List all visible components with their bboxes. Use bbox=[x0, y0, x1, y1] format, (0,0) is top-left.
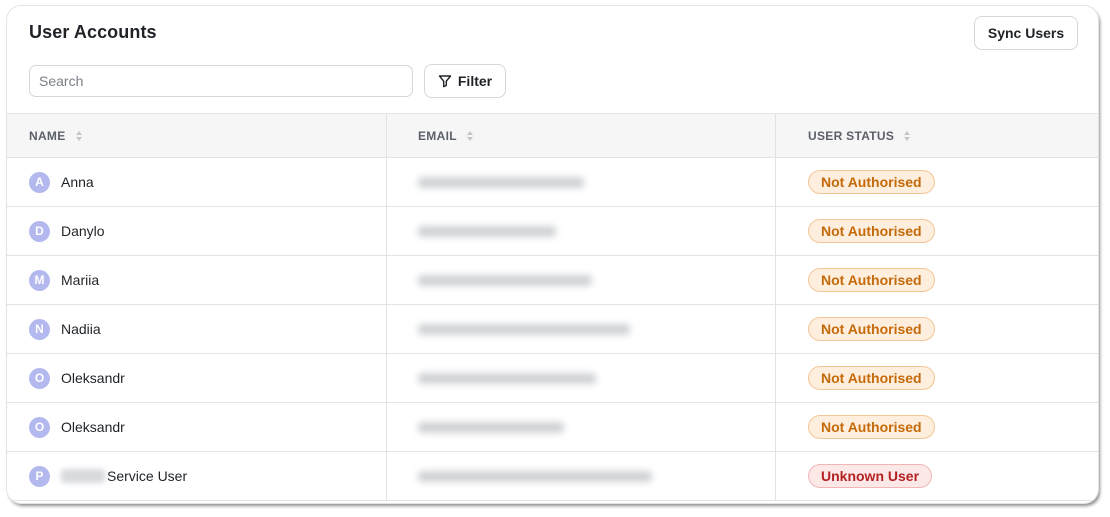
redacted-email bbox=[418, 225, 556, 237]
table-header: NAME EMAIL USER STATUS bbox=[7, 113, 1098, 158]
email-cell bbox=[387, 354, 776, 402]
table-row[interactable]: O Oleksandr Not Authorised bbox=[7, 354, 1098, 403]
status-badge: Not Authorised bbox=[808, 415, 935, 439]
user-name: Nadiia bbox=[61, 321, 101, 337]
avatar: P bbox=[29, 465, 50, 487]
sort-icon[interactable] bbox=[75, 130, 83, 142]
table-row[interactable]: P Service User Unknown User bbox=[7, 452, 1098, 501]
email-cell bbox=[387, 452, 776, 500]
status-cell: Not Authorised bbox=[776, 305, 1098, 353]
email-cell bbox=[387, 256, 776, 304]
sort-icon[interactable] bbox=[466, 130, 474, 142]
status-badge: Not Authorised bbox=[808, 219, 935, 243]
redacted-email bbox=[418, 176, 584, 188]
column-header-name[interactable]: NAME bbox=[7, 114, 387, 157]
status-badge: Unknown User bbox=[808, 464, 933, 488]
redacted-email bbox=[418, 421, 564, 433]
funnel-icon bbox=[438, 75, 452, 88]
email-cell bbox=[387, 305, 776, 353]
name-cell: O Oleksandr bbox=[7, 354, 387, 402]
page-title: User Accounts bbox=[29, 22, 157, 42]
status-cell: Not Authorised bbox=[776, 354, 1098, 402]
table-row[interactable]: A Anna Not Authorised bbox=[7, 158, 1098, 207]
name-cell: M Mariia bbox=[7, 256, 387, 304]
user-name: Anna bbox=[61, 174, 94, 190]
status-cell: Not Authorised bbox=[776, 207, 1098, 255]
name-cell: A Anna bbox=[7, 158, 387, 206]
email-cell bbox=[387, 207, 776, 255]
redacted-email bbox=[418, 372, 596, 384]
avatar: M bbox=[29, 269, 50, 291]
avatar: N bbox=[29, 318, 50, 340]
filter-button[interactable]: Filter bbox=[424, 64, 506, 98]
status-cell: Not Authorised bbox=[776, 158, 1098, 206]
filter-label: Filter bbox=[457, 73, 493, 89]
user-name: Mariia bbox=[61, 272, 100, 288]
user-name: Danylo bbox=[61, 223, 105, 239]
user-accounts-card: User Accounts Sync Users Filter NAME EMA… bbox=[7, 6, 1098, 503]
user-name: Oleksandr bbox=[61, 370, 125, 386]
table-row[interactable]: N Nadiia Not Authorised bbox=[7, 305, 1098, 354]
email-cell bbox=[387, 403, 776, 451]
redacted-email bbox=[418, 323, 630, 335]
status-cell: Unknown User bbox=[776, 452, 1098, 500]
column-header-user-status[interactable]: USER STATUS bbox=[776, 114, 1098, 157]
user-name: Service User bbox=[107, 468, 188, 484]
redacted-name-prefix bbox=[61, 469, 105, 483]
status-cell: Not Authorised bbox=[776, 403, 1098, 451]
name-cell: D Danylo bbox=[7, 207, 387, 255]
redacted-email bbox=[418, 274, 592, 286]
avatar: A bbox=[29, 171, 50, 193]
avatar: O bbox=[29, 416, 50, 438]
user-name: Oleksandr bbox=[61, 419, 125, 435]
name-cell: P Service User bbox=[7, 452, 387, 500]
status-badge: Not Authorised bbox=[808, 366, 935, 390]
user-table: NAME EMAIL USER STATUS A Anna Not Author… bbox=[7, 113, 1098, 501]
column-label: NAME bbox=[29, 128, 66, 143]
avatar: O bbox=[29, 367, 50, 389]
avatar: D bbox=[29, 220, 50, 242]
status-badge: Not Authorised bbox=[808, 317, 935, 341]
table-row[interactable]: M Mariia Not Authorised bbox=[7, 256, 1098, 305]
column-header-email[interactable]: EMAIL bbox=[387, 114, 776, 157]
email-cell bbox=[387, 158, 776, 206]
search-input[interactable] bbox=[29, 65, 413, 97]
redacted-email bbox=[418, 470, 652, 482]
sync-users-button[interactable]: Sync Users bbox=[974, 16, 1078, 50]
status-cell: Not Authorised bbox=[776, 256, 1098, 304]
column-label: USER STATUS bbox=[808, 128, 895, 143]
status-badge: Not Authorised bbox=[808, 268, 935, 292]
status-badge: Not Authorised bbox=[808, 170, 935, 194]
table-row[interactable]: O Oleksandr Not Authorised bbox=[7, 403, 1098, 452]
table-row[interactable]: D Danylo Not Authorised bbox=[7, 207, 1098, 256]
column-label: EMAIL bbox=[418, 128, 457, 143]
name-cell: N Nadiia bbox=[7, 305, 387, 353]
name-cell: O Oleksandr bbox=[7, 403, 387, 451]
sort-icon[interactable] bbox=[903, 130, 911, 142]
